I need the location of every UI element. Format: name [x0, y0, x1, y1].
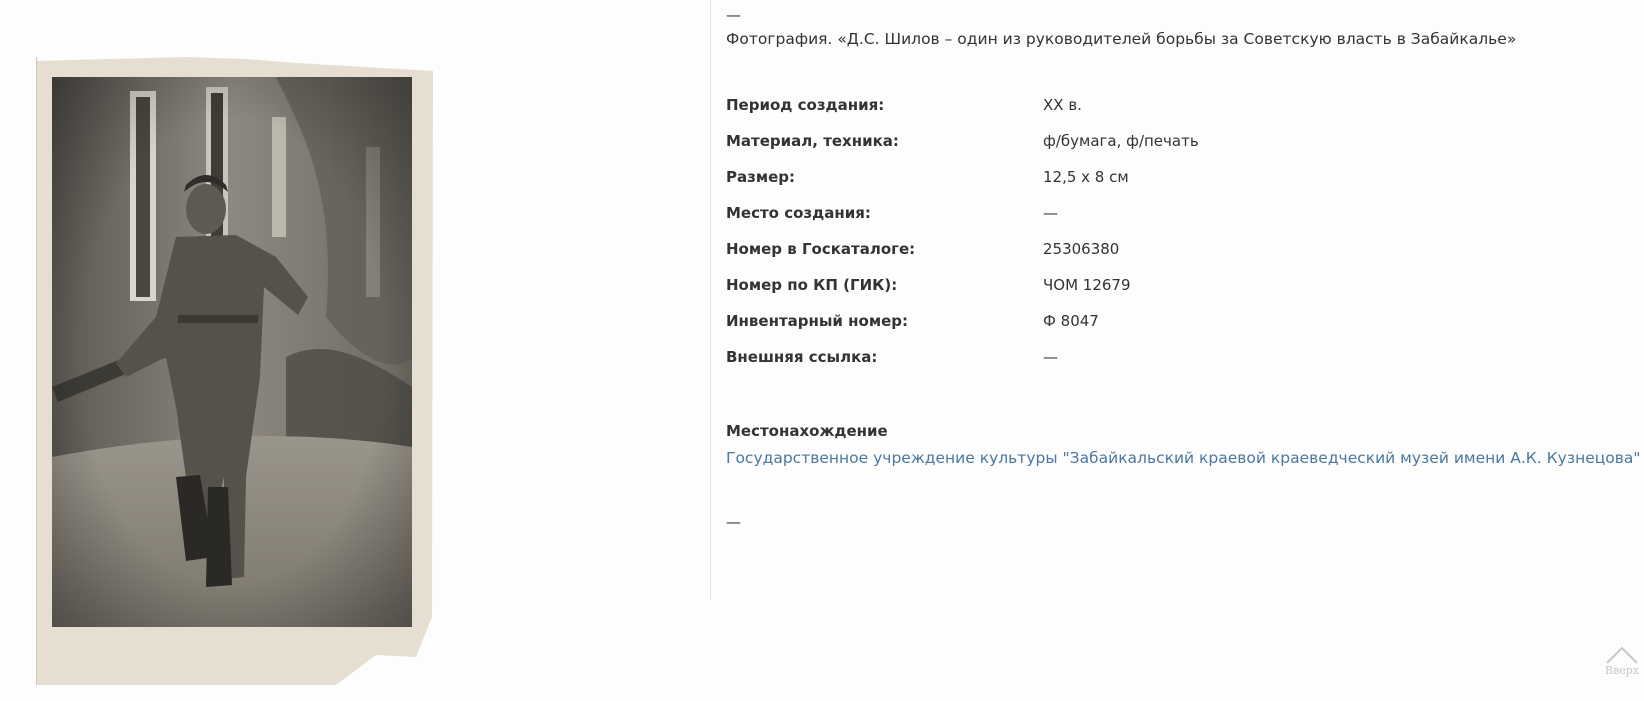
property-label-inventory: Инвентарный номер: [726, 312, 908, 330]
property-row: Инвентарный номер: Ф 8047 [726, 312, 1626, 348]
property-value-inventory: Ф 8047 [1043, 312, 1099, 330]
property-row: Номер в Госкаталоге: 25306380 [726, 240, 1626, 276]
location-heading: Местонахождение [726, 422, 888, 440]
photo-image [36, 57, 433, 685]
top-dash: — [726, 6, 741, 24]
properties-list: Период создания: XX в. Материал, техника… [726, 96, 1626, 384]
object-title: Фотография. «Д.С. Шилов – один из руково… [726, 30, 1517, 48]
property-row: Материал, техника: ф/бумага, ф/печать [726, 132, 1626, 168]
property-row: Номер по КП (ГИК): ЧОМ 12679 [726, 276, 1626, 312]
property-value-material: ф/бумага, ф/печать [1043, 132, 1199, 150]
property-row: Размер: 12,5 х 8 см [726, 168, 1626, 204]
property-label-place: Место создания: [726, 204, 871, 222]
property-label-goskatalog: Номер в Госкаталоге: [726, 240, 916, 258]
chevron-up-icon [1606, 646, 1638, 664]
object-page: — Фотография. «Д.С. Шилов – один из руко… [0, 0, 1644, 701]
property-label-period: Период создания: [726, 96, 885, 114]
property-value-size: 12,5 х 8 см [1043, 168, 1129, 186]
museum-link[interactable]: Государственное учреждение культуры "Заб… [726, 449, 1641, 467]
property-label-kp: Номер по КП (ГИК): [726, 276, 898, 294]
scroll-to-top-label: Вверх [1604, 664, 1640, 677]
property-label-material: Материал, техника: [726, 132, 899, 150]
bottom-dash: — [726, 513, 741, 531]
object-photo[interactable] [36, 57, 433, 685]
property-value-external-link: — [1043, 348, 1058, 366]
property-label-size: Размер: [726, 168, 796, 186]
property-value-goskatalog: 25306380 [1043, 240, 1120, 258]
property-value-place: — [1043, 204, 1058, 222]
property-value-period: XX в. [1043, 96, 1082, 114]
property-label-external-link: Внешняя ссылка: [726, 348, 878, 366]
property-row: Период создания: XX в. [726, 96, 1626, 132]
column-divider [710, 0, 711, 600]
property-row: Место создания: — [726, 204, 1626, 240]
property-value-kp: ЧОМ 12679 [1043, 276, 1131, 294]
property-row: Внешняя ссылка: — [726, 348, 1626, 384]
scroll-to-top-button[interactable]: Вверх [1600, 645, 1644, 685]
